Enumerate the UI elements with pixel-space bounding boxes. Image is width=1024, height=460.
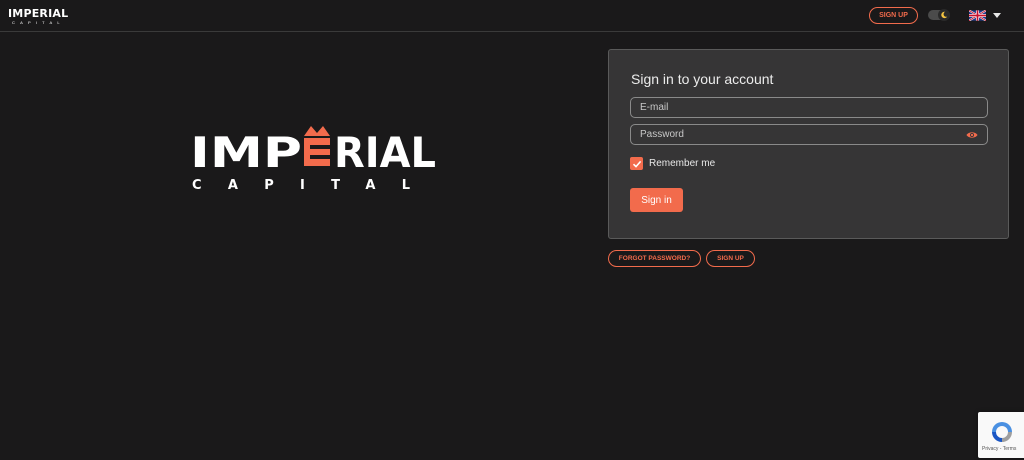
recaptcha-badge[interactable]: Privacy - Terms (978, 412, 1024, 458)
language-selector[interactable] (969, 9, 1005, 21)
signup-button[interactable]: SIGN UP (706, 250, 755, 267)
header-logo[interactable]: IMPERIAL CAPITAL (8, 7, 70, 25)
theme-toggle[interactable] (928, 9, 950, 21)
svg-text:CAPITAL: CAPITAL (192, 178, 432, 193)
login-card: Sign in to your account E-mail Password … (608, 49, 1009, 239)
moon-icon (938, 9, 950, 21)
password-field[interactable]: Password (630, 124, 988, 145)
eye-icon[interactable] (966, 130, 978, 140)
remember-me[interactable]: Remember me (630, 157, 715, 170)
svg-text:RIAL: RIAL (334, 128, 436, 177)
uk-flag-icon (969, 9, 986, 21)
email-placeholder: E-mail (640, 102, 669, 113)
top-bar: IMPERIAL CAPITAL SIGN UP (0, 0, 1024, 32)
recaptcha-icon (992, 422, 1012, 442)
chevron-down-icon (993, 12, 1001, 18)
email-field[interactable]: E-mail (630, 97, 988, 118)
recaptcha-links[interactable]: Privacy - Terms (982, 446, 1016, 452)
password-placeholder: Password (640, 129, 684, 140)
svg-text:IMP: IMP (190, 128, 302, 177)
crown-e-icon (304, 126, 330, 166)
check-icon (632, 160, 641, 168)
remember-checkbox[interactable] (630, 157, 643, 170)
sign-in-button[interactable]: Sign in (630, 188, 683, 212)
imperial-capital-logo: IMP RIAL CAPITAL (190, 124, 440, 194)
header-logo-tagline: CAPITAL (12, 20, 65, 25)
login-title: Sign in to your account (631, 71, 774, 87)
remember-label: Remember me (649, 158, 716, 169)
forgot-password-button[interactable]: FORGOT PASSWORD? (608, 250, 701, 267)
header-logo-word: IMPERIAL (8, 7, 69, 20)
header-signup-button[interactable]: SIGN UP (869, 7, 918, 24)
